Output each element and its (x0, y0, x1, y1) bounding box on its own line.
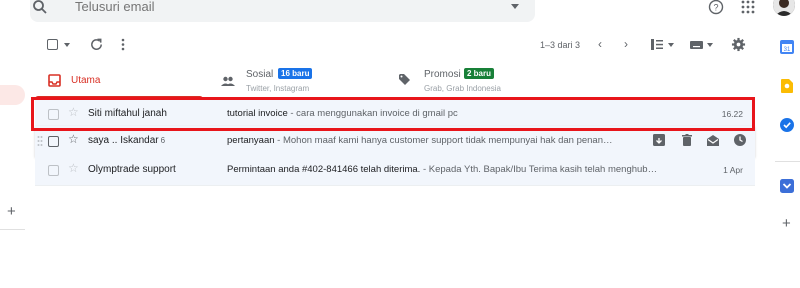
previous-page-button[interactable]: ‹ (598, 37, 602, 51)
split-pane-icon[interactable] (651, 39, 663, 50)
pagination-label: 1–3 dari 3 (540, 40, 581, 50)
email-snippet: tutorial invoice - cara menggunakan invo… (227, 108, 629, 119)
email-subject: pertanyaan (227, 135, 275, 146)
search-input[interactable] (75, 0, 475, 14)
svg-text:?: ? (713, 3, 718, 13)
tasks-icon[interactable] (780, 118, 794, 132)
help-icon[interactable]: ? (708, 0, 724, 15)
email-sender: Olymptrade support (88, 164, 176, 175)
delete-icon[interactable] (681, 134, 693, 146)
calendar-icon[interactable]: 31 (780, 40, 794, 54)
input-tools-caret-icon[interactable] (707, 43, 713, 47)
archive-icon[interactable] (653, 134, 665, 146)
tab-promotions-senders: Grab, Grab Indonesia (424, 84, 501, 93)
row-checkbox[interactable] (48, 109, 59, 120)
refresh-icon[interactable] (89, 37, 104, 52)
search-icon[interactable] (32, 0, 48, 15)
tab-social-senders: Twitter, Instagram (246, 84, 310, 93)
row-hover-actions (647, 134, 747, 148)
rail-divider (775, 161, 800, 162)
account-avatar[interactable] (773, 0, 795, 16)
next-page-button[interactable]: › (624, 37, 628, 51)
email-snippet: Permintaan anda #402-841466 telah diteri… (227, 164, 687, 175)
select-all-checkbox[interactable] (47, 39, 58, 50)
tab-promotions-label: Promosi (424, 69, 461, 80)
select-options-caret-icon[interactable] (64, 43, 70, 47)
email-snippet: pertanyaan - Mohon maaf kami hanya custo… (227, 135, 629, 146)
row-checkbox[interactable] (48, 136, 59, 147)
avatar-photo-icon (773, 0, 795, 16)
sidebar-divider (0, 229, 25, 230)
sender-name: Olymptrade support (88, 164, 176, 175)
inbox-icon (48, 74, 61, 87)
tab-social-label: Sosial (246, 69, 274, 80)
email-subject: Permintaan anda #402-841466 telah diteri… (227, 164, 421, 175)
sender-name: saya .. Iskandar (88, 135, 159, 146)
keep-icon[interactable] (781, 79, 793, 93)
sender-name: Siti miftahul janah (88, 108, 167, 119)
social-new-badge: 16 baru (278, 68, 313, 79)
get-addons-button[interactable]: + (782, 216, 791, 232)
star-icon[interactable]: ☆ (68, 161, 79, 175)
email-preview: - Kepada Yth. Bapak/Ibu Terima kasih tel… (420, 164, 658, 175)
mark-as-unread-icon[interactable] (707, 134, 719, 146)
more-vertical-icon[interactable] (121, 37, 125, 52)
keyboard-icon[interactable] (690, 41, 703, 49)
apps-grid-icon[interactable] (741, 0, 755, 14)
sidebar-active-item[interactable] (0, 85, 25, 105)
search-options-caret-icon[interactable] (511, 4, 519, 9)
promotions-new-badge: 2 baru (464, 68, 495, 79)
drag-handle-icon[interactable] (37, 135, 43, 147)
email-preview: - Mohon maaf kami hanya customer support… (274, 135, 613, 146)
email-row[interactable]: ☆ Olymptrade support Permintaan anda #40… (35, 155, 755, 186)
email-row[interactable]: ☆ saya .. Iskandar 6 pertanyaan - Mohon m… (35, 126, 755, 157)
email-time: 1 Apr (723, 165, 743, 175)
tab-primary-label: Utama (71, 75, 101, 86)
calendar-date: 31 (784, 47, 791, 53)
thread-count: 6 (160, 136, 166, 145)
addon-icon[interactable] (780, 179, 794, 193)
email-preview: - cara menggunakan invoice di gmail pc (287, 108, 458, 119)
snooze-clock-icon[interactable] (734, 134, 746, 146)
star-icon[interactable]: ☆ (68, 132, 79, 146)
email-sender: saya .. Iskandar 6 (88, 135, 165, 146)
split-pane-caret-icon[interactable] (668, 43, 674, 47)
email-time: 16.22 (721, 109, 743, 119)
star-icon[interactable]: ☆ (68, 105, 79, 119)
settings-gear-icon[interactable] (731, 37, 746, 52)
people-icon (221, 76, 235, 86)
email-sender: Siti miftahul janah (88, 108, 167, 119)
gmail-window: + ? 1–3 dari 3 ‹ › (0, 0, 800, 288)
email-subject: tutorial invoice (227, 108, 288, 119)
new-label-button[interactable]: + (7, 204, 16, 220)
row-checkbox[interactable] (48, 165, 59, 176)
tag-icon (399, 74, 410, 85)
